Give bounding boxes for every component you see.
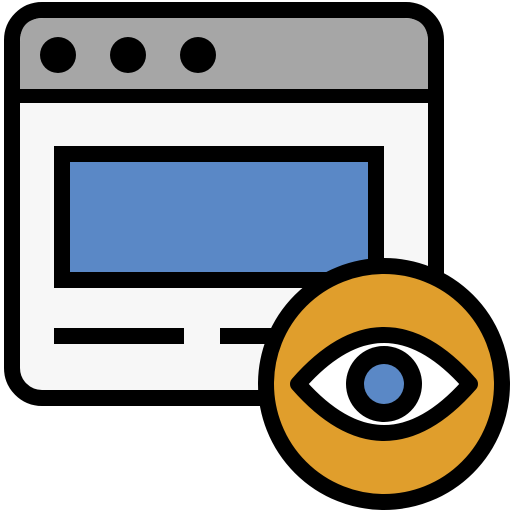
browser-titlebar [20,18,428,92]
eye-iris-icon [364,364,404,404]
window-dot-3-icon [180,37,216,73]
window-dot-1-icon [40,37,76,73]
browser-preview-eye-icon [0,0,512,512]
content-panel [54,146,384,288]
icon-graphic [4,2,510,510]
text-line-1 [54,328,184,344]
window-dot-2-icon [110,37,146,73]
